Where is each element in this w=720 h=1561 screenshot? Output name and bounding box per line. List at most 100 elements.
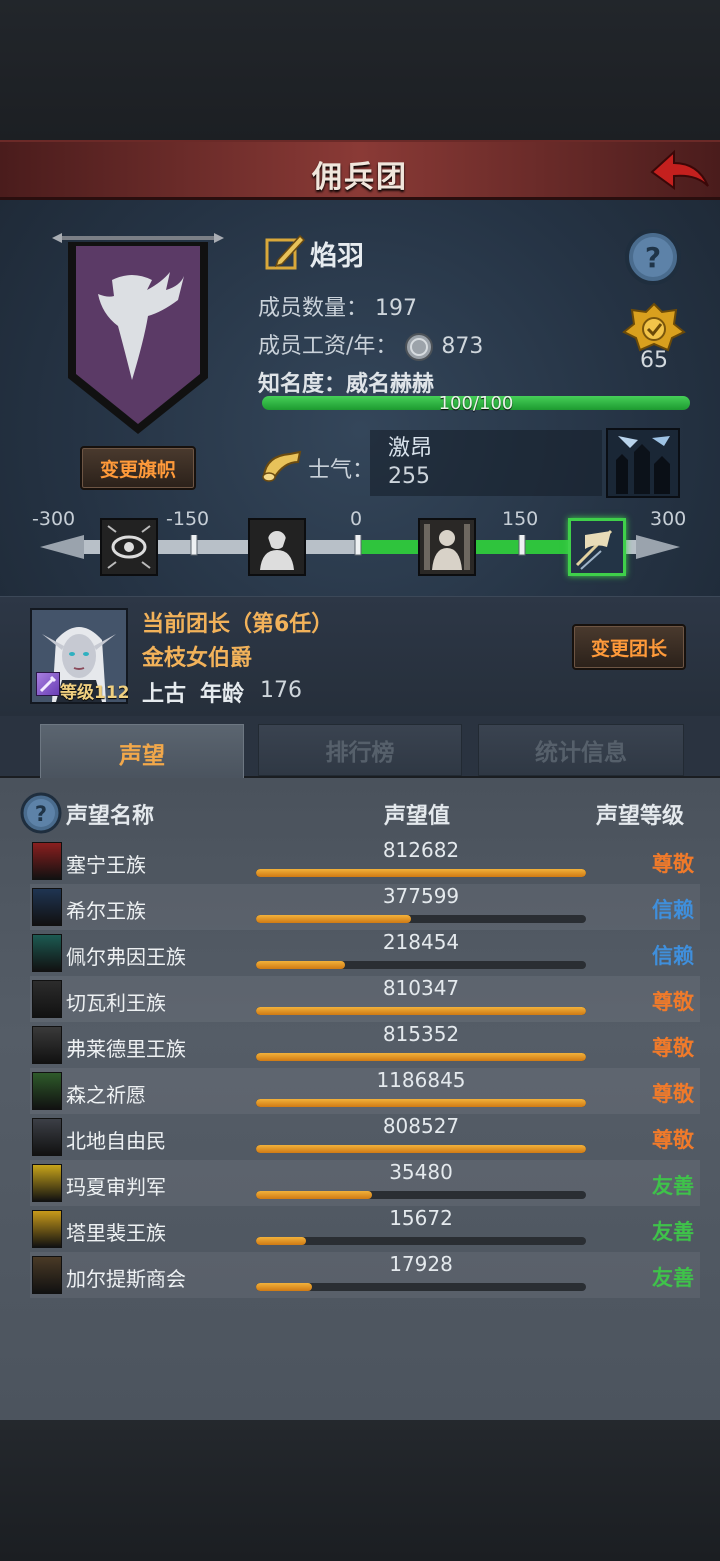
reputation-row[interactable]: 森之祈愿 1186845 尊敬 [30, 1068, 700, 1114]
reputation-level: 尊敬 [652, 1036, 694, 1060]
morale-level-fear-icon[interactable] [248, 518, 306, 576]
reputation-progress-bar [256, 1099, 586, 1107]
reputation-value: 17928 [389, 1252, 453, 1276]
track-label-min: -300 [32, 508, 76, 530]
morale-level-charge-icon[interactable] [568, 518, 626, 576]
help-icon[interactable]: ? [624, 228, 682, 286]
faction-crest-icon [32, 842, 62, 880]
faction-name: 玛夏审判军 [66, 1175, 166, 1199]
reputation-row[interactable]: 北地自由民 808527 尊敬 [30, 1114, 700, 1160]
reputation-progress-bar [256, 915, 586, 923]
faction-crest-icon [32, 888, 62, 926]
members-count: 197 [375, 296, 418, 321]
faction-name: 塞宁王族 [66, 853, 146, 877]
column-header-name: 声望名称 [66, 804, 155, 829]
wand-icon [36, 672, 60, 696]
faction-crest-icon [32, 1164, 62, 1202]
reputation-progress-fill [256, 1145, 586, 1153]
reputation-value: 35480 [389, 1160, 453, 1184]
morale-level-eye-icon[interactable] [100, 518, 158, 576]
silver-coin-icon [404, 332, 434, 362]
reputation-progress-bar [256, 1283, 586, 1291]
reputation-progress-bar [256, 1053, 586, 1061]
faction-name: 弗莱德里王族 [66, 1037, 186, 1061]
header-bar: 佣兵团 [0, 140, 720, 200]
reputation-row[interactable]: 切瓦利王族 810347 尊敬 [30, 976, 700, 1022]
reputation-level: 信赖 [652, 944, 694, 968]
reputation-row[interactable]: 佩尔弗因王族 218454 信赖 [30, 930, 700, 976]
column-header-level: 声望等级 [596, 804, 685, 829]
change-leader-button[interactable]: 变更团长 [572, 624, 686, 670]
reputation-value: 218454 [382, 930, 460, 954]
reputation-progress-fill [256, 1053, 586, 1061]
reputation-progress-bar [256, 1145, 586, 1153]
members-row: 成员数量： 197 [258, 290, 417, 322]
faction-crest-icon [32, 1026, 62, 1064]
faction-crest-icon [32, 1072, 62, 1110]
leader-race: 上古 [142, 682, 187, 707]
reputation-level: 尊敬 [652, 990, 694, 1014]
reputation-value: 808527 [382, 1114, 460, 1138]
svg-text:?: ? [35, 802, 47, 826]
page-title: 佣兵团 [312, 160, 408, 195]
faction-name: 塔里裴王族 [66, 1221, 166, 1245]
faction-name: 佩尔弗因王族 [66, 945, 186, 969]
reputation-row[interactable]: 弗莱德里王族 815352 尊敬 [30, 1022, 700, 1068]
change-banner-button[interactable]: 变更旗帜 [80, 446, 196, 490]
edit-name-icon[interactable] [264, 232, 306, 272]
reputation-level: 尊敬 [652, 1128, 694, 1152]
members-label: 成员数量： [258, 296, 369, 321]
track-label-pos-half: 150 [502, 508, 539, 530]
reputation-row[interactable]: 玛夏审判军 35480 友善 [30, 1160, 700, 1206]
reputation-row[interactable]: 加尔提斯商会 17928 友善 [30, 1252, 700, 1298]
reputation-value: 15672 [389, 1206, 453, 1230]
tab-statistics[interactable]: 统计信息 [478, 724, 684, 776]
horn-icon [260, 448, 304, 484]
faction-name: 加尔提斯商会 [66, 1267, 186, 1291]
leader-title: 当前团长（第6任） [142, 612, 334, 637]
reputation-progress-bar [256, 961, 586, 969]
tab-ranking[interactable]: 排行榜 [258, 724, 462, 776]
leader-age-label: 年龄 [200, 682, 245, 707]
track-label-zero: 0 [350, 508, 363, 530]
morale-portrait-icon[interactable] [606, 428, 680, 498]
reputation-row[interactable]: 塔里裴王族 15672 友善 [30, 1206, 700, 1252]
reputation-level: 友善 [652, 1174, 694, 1198]
reputation-value: 810347 [382, 976, 460, 1000]
medal-value: 65 [640, 348, 668, 373]
faction-name: 切瓦利王族 [66, 991, 166, 1015]
reputation-progress-fill [256, 915, 412, 923]
reputation-value: 377599 [382, 884, 460, 908]
faction-crest-icon [32, 980, 62, 1018]
tab-reputation[interactable]: 声望 [40, 724, 244, 780]
reputation-progress-fill [256, 1191, 372, 1199]
reputation-row[interactable]: 塞宁王族 812682 尊敬 [30, 838, 700, 884]
faction-crest-icon [32, 1210, 62, 1248]
top-backdrop [0, 0, 720, 140]
morale-label: 士气： [308, 458, 375, 483]
faction-crest-icon [32, 934, 62, 972]
reputation-value: 1186845 [376, 1068, 466, 1092]
reputation-value: 812682 [382, 838, 460, 862]
back-arrow-icon [650, 149, 709, 190]
reputation-level: 信赖 [652, 898, 694, 922]
fame-progress-text: 100/100 [438, 393, 514, 414]
svg-text:?: ? [645, 241, 661, 274]
reputation-progress-fill [256, 1237, 306, 1245]
reputation-row[interactable]: 希尔王族 377599 信赖 [30, 884, 700, 930]
leader-level: 等级112 [60, 683, 130, 703]
faction-name: 森之祈愿 [66, 1083, 146, 1107]
reputation-level: 友善 [652, 1266, 694, 1290]
column-header-value: 声望值 [384, 804, 451, 829]
reputation-help-icon[interactable]: ? [20, 792, 62, 834]
wage-row: 成员工资/年： 873 [258, 328, 483, 362]
morale-level-calm-icon[interactable] [418, 518, 476, 576]
track-label-max: 300 [650, 508, 687, 530]
guild-banner [52, 230, 224, 440]
medal-icon[interactable] [622, 302, 686, 352]
leader-name: 金枝女伯爵 [142, 646, 253, 671]
back-button[interactable] [648, 146, 712, 196]
bottom-backdrop [0, 1420, 720, 1561]
reputation-progress-fill [256, 1283, 313, 1291]
reputation-progress-fill [256, 961, 346, 969]
